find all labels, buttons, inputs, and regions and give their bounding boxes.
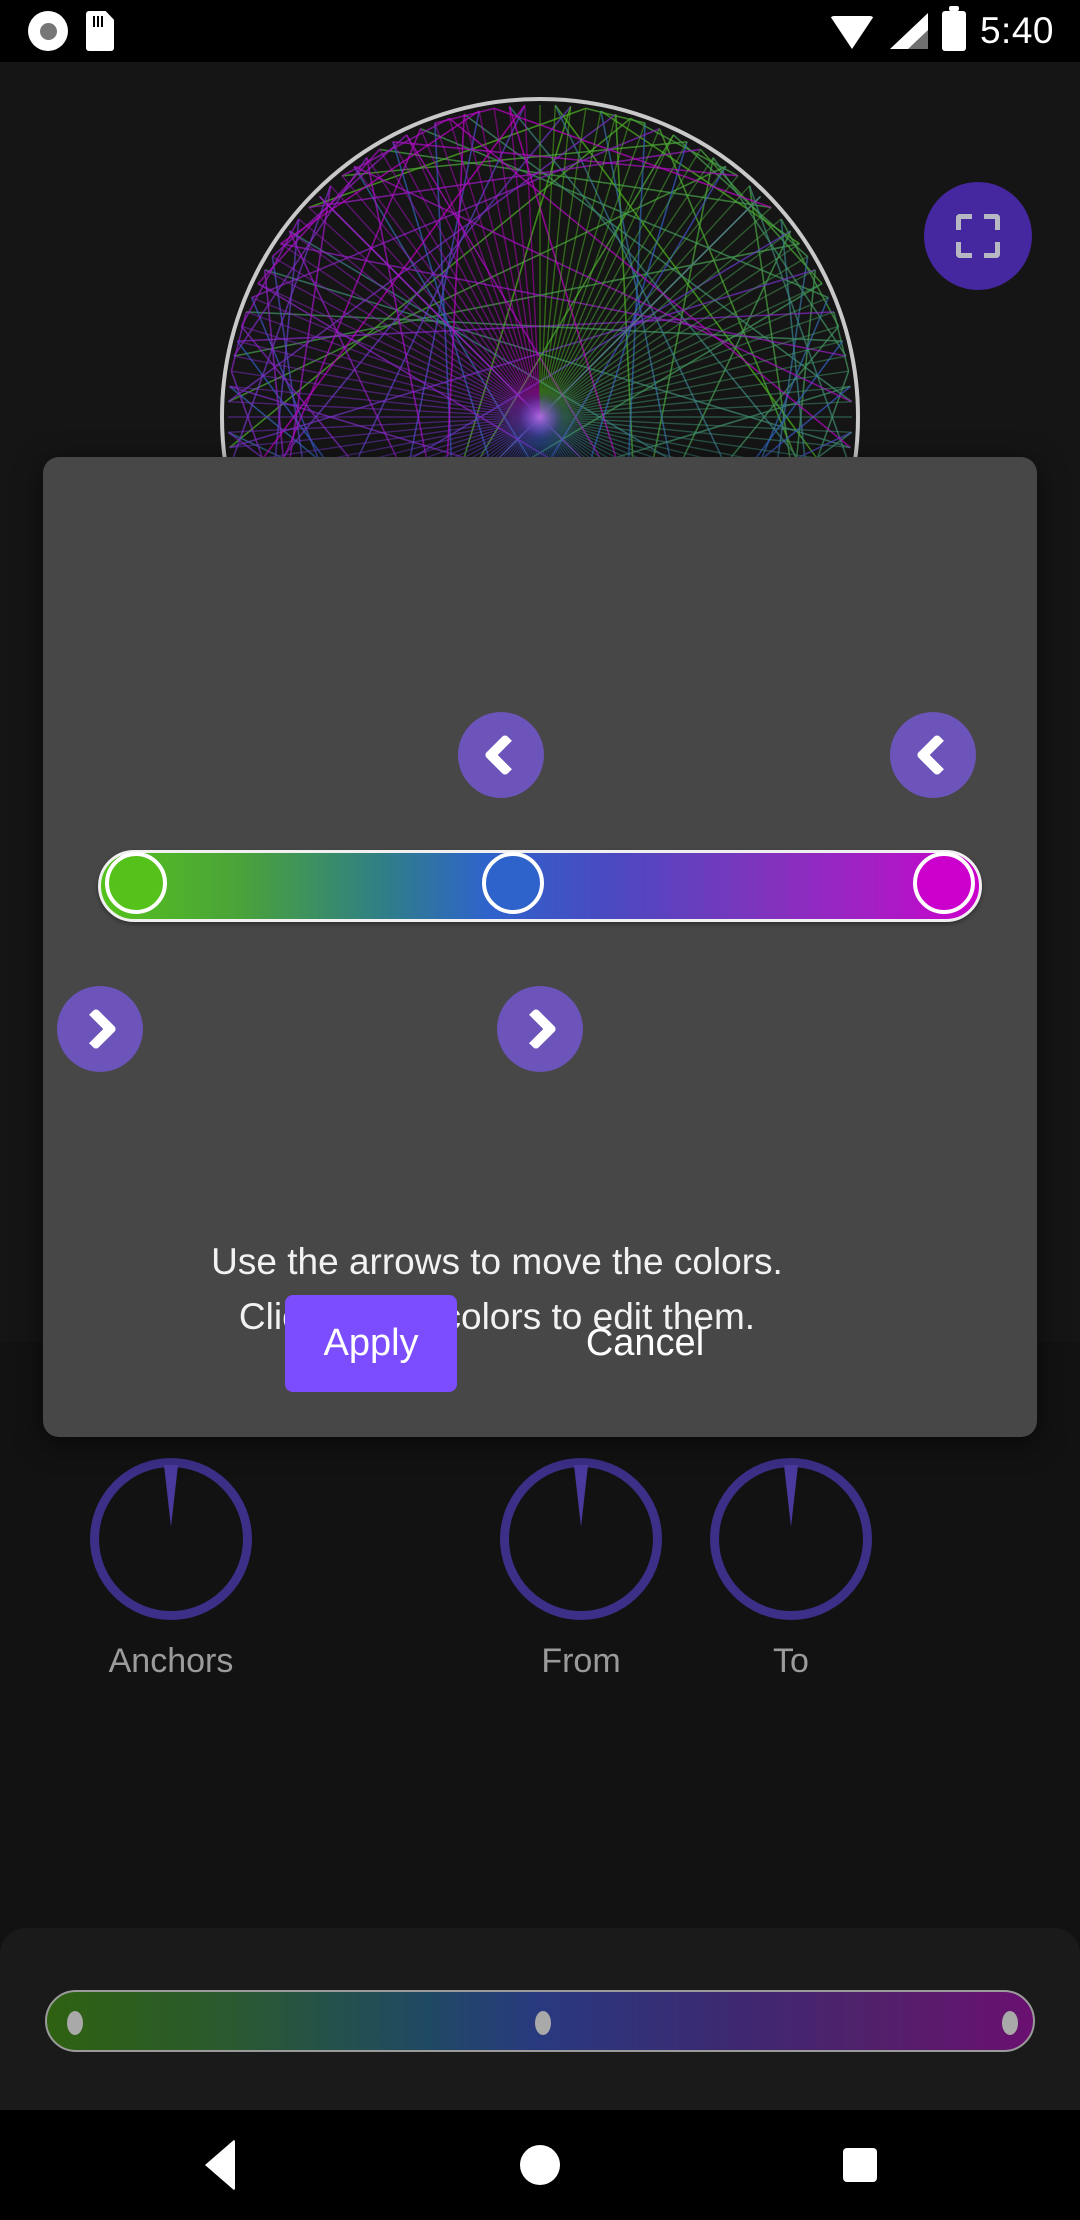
chevron-left-icon xyxy=(483,733,527,777)
gradient-handle-blue[interactable] xyxy=(482,852,544,914)
knob-from-dial[interactable] xyxy=(500,1458,662,1620)
chevron-left-icon xyxy=(915,733,959,777)
dialog-hint-line-2: Click on the colors to edit them. xyxy=(238,1296,756,1337)
recents-icon xyxy=(843,2148,877,2182)
dialog-hint-line-1: Use the arrows to move the colors. xyxy=(211,1241,783,1282)
cancel-button[interactable]: Cancel xyxy=(530,1295,760,1392)
move-right-button-1[interactable] xyxy=(57,986,143,1072)
knob-to-label: To xyxy=(773,1642,809,1680)
knob-to-dial[interactable] xyxy=(710,1458,872,1620)
cell-signal-icon xyxy=(888,13,928,49)
knob-to[interactable]: 0.000 To xyxy=(661,1400,921,1681)
knob-anchors[interactable]: 256 Anchors xyxy=(41,1400,301,1681)
gradient-preview-dot xyxy=(1002,2011,1018,2035)
back-icon xyxy=(205,2139,235,2191)
android-nav-bar xyxy=(0,2110,1080,2220)
status-bar-left-icons xyxy=(28,11,114,51)
gradient-handle-magenta[interactable] xyxy=(913,852,975,914)
nav-back-button[interactable] xyxy=(145,2110,295,2220)
knob-anchors-dial[interactable] xyxy=(90,1458,252,1620)
record-icon xyxy=(28,11,68,51)
gradient-preview-dot xyxy=(67,2011,83,2035)
dialog-hint: Use the arrows to move the colors. Click… xyxy=(0,1234,994,1344)
move-left-button-1[interactable] xyxy=(458,712,544,798)
status-bar-clock: 5:40 xyxy=(979,10,1054,51)
app-screen: 5:40 256 Ancho xyxy=(0,0,1080,2220)
gradient-editor-track[interactable] xyxy=(98,850,982,922)
chevron-right-icon xyxy=(514,1007,558,1051)
knob-anchors-label: Anchors xyxy=(108,1642,234,1680)
status-bar-right-icons: 5:40 xyxy=(829,6,1054,52)
gradient-preview-bar[interactable] xyxy=(45,1990,1035,2052)
battery-icon xyxy=(941,6,966,51)
fullscreen-button[interactable] xyxy=(924,182,1032,290)
sd-card-icon xyxy=(86,11,114,51)
move-left-button-2[interactable] xyxy=(890,712,976,798)
gradient-handle-green[interactable] xyxy=(105,852,167,914)
apply-button[interactable]: Apply xyxy=(285,1295,457,1392)
chevron-right-icon xyxy=(74,1007,118,1051)
gradient-preview-dot xyxy=(535,2011,551,2035)
nav-recents-button[interactable] xyxy=(785,2110,935,2220)
wifi-icon xyxy=(829,14,874,49)
status-bar: 5:40 xyxy=(0,0,1080,62)
fullscreen-icon xyxy=(956,214,1000,258)
move-right-button-2[interactable] xyxy=(497,986,583,1072)
home-icon xyxy=(520,2145,560,2185)
nav-home-button[interactable] xyxy=(465,2110,615,2220)
